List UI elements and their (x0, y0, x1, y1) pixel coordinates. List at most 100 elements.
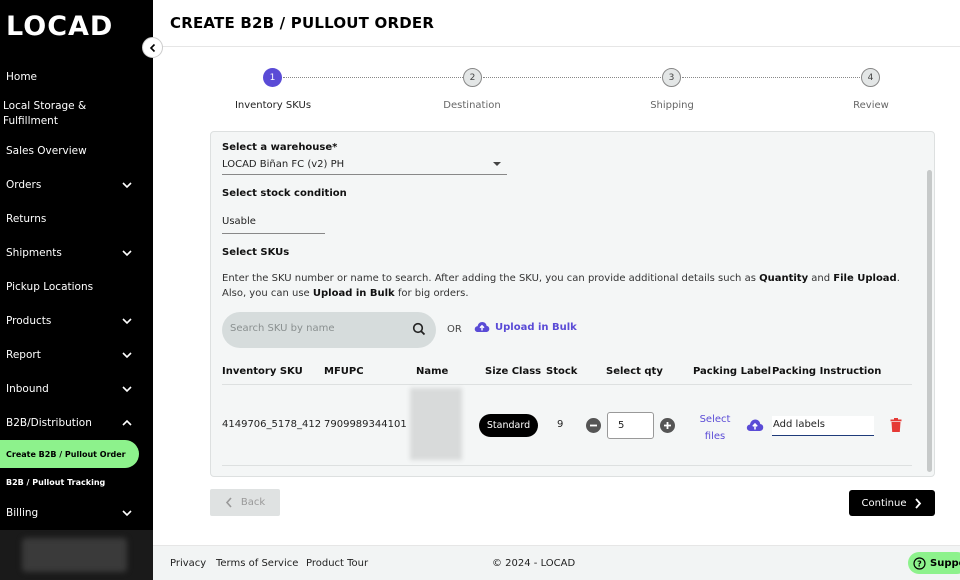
step-1-label: Inventory SKUs (234, 100, 312, 111)
sidebar-item-label: Local Storage & Fulfillment (3, 100, 87, 127)
search-icon[interactable] (412, 322, 426, 336)
sidebar-item-billing[interactable]: Billing (0, 496, 153, 530)
col-header-size-class: Size Class (485, 366, 542, 377)
sidebar-nav: Home Local Storage & Fulfillment Sales O… (0, 60, 153, 530)
product-name-redacted (410, 388, 462, 460)
sidebar-collapse-button[interactable] (142, 37, 163, 58)
sidebar-item-orders[interactable]: Orders (0, 168, 153, 202)
sidebar-item-label: Returns (6, 213, 47, 225)
svg-text:?: ? (917, 559, 922, 568)
sidebar-item-label: Pickup Locations (6, 281, 94, 293)
desc-text: Enter the SKU number or name to search. … (222, 273, 760, 284)
order-stepper: 1 2 3 4 Inventory SKUs Destination Shipp… (153, 66, 960, 116)
step-1-circle[interactable]: 1 (263, 68, 282, 87)
support-button[interactable]: ? Suppo (908, 552, 960, 574)
cloud-upload-icon (474, 322, 490, 332)
user-info-redacted (22, 538, 127, 572)
row-stock: 9 (557, 419, 564, 430)
sidebar-item-label: Inbound (6, 383, 49, 395)
plus-icon (664, 422, 671, 429)
warehouse-label: Select a warehouse* (222, 142, 338, 153)
sidebar-item-label: Sales Overview (6, 145, 87, 157)
sidebar-item-returns[interactable]: Returns (0, 202, 153, 236)
sidebar: LOCAD Home Local Storage & Fulfillment S… (0, 0, 153, 580)
col-header-packing-instruction: Packing Instruction (772, 366, 882, 377)
sidebar-item-home[interactable]: Home (0, 60, 153, 94)
sidebar-subitem-label: Create B2B / Pullout Order (6, 449, 126, 459)
col-header-stock: Stock (546, 366, 578, 377)
step-2-circle[interactable]: 2 (463, 68, 482, 87)
desc-text: for big orders. (394, 288, 469, 299)
upload-in-bulk-button[interactable]: Upload in Bulk (474, 321, 577, 333)
col-header-select-qty: Select qty (606, 366, 663, 377)
sidebar-subitem-b2b-tracking[interactable]: B2B / Pullout Tracking (0, 468, 153, 496)
stepper-connector (283, 77, 463, 78)
footer-privacy-link[interactable]: Privacy (170, 558, 206, 569)
chevron-down-icon (122, 352, 132, 359)
sku-search-input[interactable]: Search SKU by name (222, 312, 436, 348)
continue-label: Continue (861, 497, 907, 509)
page-title: CREATE B2B / PULLOUT ORDER (170, 14, 435, 32)
stock-condition-select[interactable]: Usable (222, 216, 325, 234)
qty-input[interactable]: 5 (607, 412, 654, 439)
step-3-circle[interactable]: 3 (662, 68, 681, 87)
sidebar-item-label: Home (6, 71, 38, 83)
sidebar-item-pickup-locations[interactable]: Pickup Locations (0, 270, 153, 304)
chevron-down-icon (122, 318, 132, 325)
warehouse-select[interactable]: LOCAD Biñan FC (v2) PH (222, 159, 507, 175)
help-icon: ? (913, 556, 926, 570)
col-header-name: Name (416, 366, 449, 377)
qty-increment-button[interactable] (660, 418, 675, 433)
sidebar-item-report[interactable]: Report (0, 338, 153, 372)
chevron-left-icon (149, 43, 155, 52)
back-button[interactable]: Back (210, 489, 280, 516)
sidebar-item-sales-overview[interactable]: Sales Overview (0, 134, 153, 168)
qty-decrement-button[interactable] (586, 418, 601, 433)
desc-text: and (808, 273, 834, 284)
cloud-upload-icon[interactable] (746, 418, 764, 432)
logo-text: LOCAD (6, 11, 114, 42)
stock-condition-label: Select stock condition (222, 188, 347, 199)
chevron-down-icon (122, 250, 132, 257)
chevron-down-icon (122, 182, 132, 189)
user-account-box[interactable] (0, 530, 153, 580)
table-row-divider (222, 465, 912, 466)
desc-quantity: Quantity (759, 273, 809, 284)
sku-selection-card: Select a warehouse* LOCAD Biñan FC (v2) … (210, 131, 935, 477)
footer-terms-link[interactable]: Terms of Service (216, 558, 298, 569)
trash-icon[interactable] (890, 418, 902, 432)
chevron-right-icon (915, 497, 922, 509)
minus-icon (590, 424, 597, 427)
desc-file-upload: File Upload (833, 273, 897, 284)
sidebar-item-b2b-distribution[interactable]: B2B/Distribution (0, 406, 153, 440)
sidebar-item-label: Billing (6, 507, 39, 519)
footer: Privacy Terms of Service Product Tour © … (153, 545, 960, 580)
footer-product-tour-link[interactable]: Product Tour (306, 558, 368, 569)
sidebar-item-inbound[interactable]: Inbound (0, 372, 153, 406)
size-class-badge: Standard (479, 414, 538, 437)
locad-logo[interactable]: LOCAD (6, 12, 116, 42)
footer-copyright: © 2024 - LOCAD (492, 558, 576, 569)
step-4-circle[interactable]: 4 (861, 68, 880, 87)
chevron-up-icon (122, 419, 132, 426)
support-label: Suppo (930, 557, 960, 569)
packing-instruction-input[interactable]: Add labels (772, 416, 874, 436)
col-header-inventory-sku: Inventory SKU (222, 366, 303, 377)
or-text: OR (447, 324, 462, 335)
sidebar-subitem-create-b2b[interactable]: Create B2B / Pullout Order (0, 440, 139, 468)
stepper-connector (483, 77, 663, 78)
table-header-divider (222, 384, 912, 385)
chevron-down-icon (122, 510, 132, 517)
col-header-packing-label: Packing Label (693, 366, 772, 377)
sidebar-item-local-storage[interactable]: Local Storage & Fulfillment (0, 94, 153, 134)
sidebar-item-shipments[interactable]: Shipments (0, 236, 153, 270)
stock-condition-value: Usable (222, 216, 256, 227)
desc-upload-bulk: Upload in Bulk (312, 288, 395, 299)
select-files-link[interactable]: Select files (694, 411, 736, 445)
sidebar-item-products[interactable]: Products (0, 304, 153, 338)
sidebar-subitem-label: B2B / Pullout Tracking (6, 477, 106, 487)
sidebar-item-label: Orders (6, 179, 42, 191)
card-scrollbar[interactable] (927, 170, 932, 472)
row-mfupc: 7909989344101 (324, 419, 407, 430)
continue-button[interactable]: Continue (849, 490, 935, 516)
